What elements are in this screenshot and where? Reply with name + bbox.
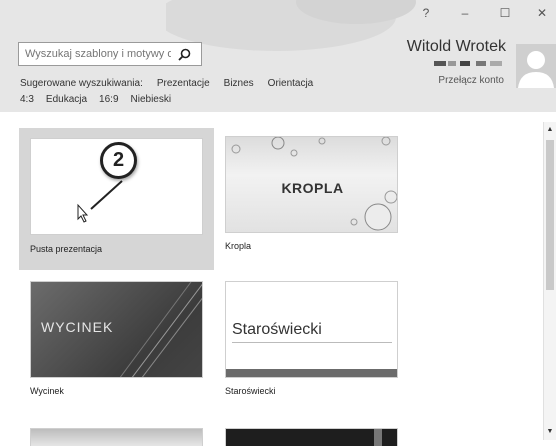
search-icon bbox=[177, 48, 190, 61]
template-tile-next-right[interactable] bbox=[225, 428, 400, 446]
thumb-title-staroswiecki: Staroświecki bbox=[232, 321, 322, 338]
template-tile-wycinek[interactable]: WYCINEK Wycinek bbox=[30, 281, 205, 406]
template-search-input[interactable] bbox=[19, 48, 171, 60]
switch-account-link[interactable]: Przełącz konto bbox=[438, 75, 504, 86]
help-button[interactable]: ? bbox=[416, 6, 436, 20]
suggestion-prezentacje[interactable]: Prezentacje bbox=[157, 78, 210, 89]
thumb-title-kropla: KROPLA bbox=[281, 180, 344, 196]
template-search-box bbox=[18, 42, 202, 66]
thumb-accent-bar bbox=[374, 429, 382, 446]
minimize-button[interactable]: – bbox=[455, 6, 475, 20]
suggestion-edukacja[interactable]: Edukacja bbox=[46, 94, 87, 105]
template-name-wycinek: Wycinek bbox=[30, 386, 64, 396]
template-tile-kropla[interactable]: KROPLA Kropla bbox=[225, 136, 400, 261]
template-thumb-next-left bbox=[30, 428, 203, 446]
suggested-searches-label: Sugerowane wyszukiwania: bbox=[20, 78, 143, 89]
template-thumb-kropla: KROPLA bbox=[225, 136, 398, 233]
suggested-searches-row1: Sugerowane wyszukiwania: Prezentacje Biz… bbox=[20, 78, 313, 89]
scroll-up-arrow-icon[interactable]: ▲ bbox=[545, 125, 555, 135]
person-icon bbox=[518, 51, 554, 88]
suggested-searches-row2: 4:3 Edukacja 16:9 Niebieski bbox=[20, 94, 171, 105]
header-watermark-art bbox=[166, 0, 416, 51]
template-name-kropla: Kropla bbox=[225, 241, 252, 251]
thumb-footer-bar bbox=[226, 369, 397, 377]
template-tile-next-left[interactable] bbox=[30, 428, 205, 446]
thumb-divider bbox=[232, 342, 392, 343]
user-name: Witold Wrotek bbox=[406, 38, 506, 55]
thumb-title-wycinek: WYCINEK bbox=[41, 319, 114, 335]
start-header: ? – ☐ ✕ Sugerowane wyszukiwania: Prezent… bbox=[0, 0, 556, 112]
suggestion-niebieski[interactable]: Niebieski bbox=[131, 94, 172, 105]
template-name-blank: Pusta prezentacja bbox=[30, 244, 103, 254]
suggestion-4-3[interactable]: 4:3 bbox=[20, 94, 34, 105]
maximize-button[interactable]: ☐ bbox=[495, 6, 515, 20]
scroll-down-arrow-icon[interactable]: ▼ bbox=[545, 427, 555, 437]
suggestion-biznes[interactable]: Biznes bbox=[224, 78, 254, 89]
vertical-scrollbar[interactable]: ▲ ▼ bbox=[543, 122, 556, 440]
user-avatar[interactable] bbox=[516, 44, 556, 88]
template-name-staroswiecki: Staroświecki bbox=[225, 386, 276, 396]
template-thumb-wycinek: WYCINEK bbox=[30, 281, 203, 378]
template-gallery: Pusta prezentacja KROPLA Kropla WYCINEK … bbox=[0, 112, 541, 446]
close-button[interactable]: ✕ bbox=[532, 6, 552, 20]
scrollbar-thumb[interactable] bbox=[546, 140, 554, 290]
suggestion-16-9[interactable]: 16:9 bbox=[99, 94, 118, 105]
template-tile-staroswiecki[interactable]: Staroświecki Staroświecki bbox=[225, 281, 400, 406]
powerpoint-start-screen: ? – ☐ ✕ Sugerowane wyszukiwania: Prezent… bbox=[0, 0, 556, 446]
step-callout-badge: 2 bbox=[100, 142, 137, 179]
search-button[interactable] bbox=[171, 43, 197, 65]
template-thumb-staroswiecki: Staroświecki bbox=[225, 281, 398, 378]
suggestion-orientacja[interactable]: Orientacja bbox=[268, 78, 314, 89]
email-redaction-mask bbox=[434, 61, 502, 66]
template-thumb-next-right bbox=[225, 428, 398, 446]
